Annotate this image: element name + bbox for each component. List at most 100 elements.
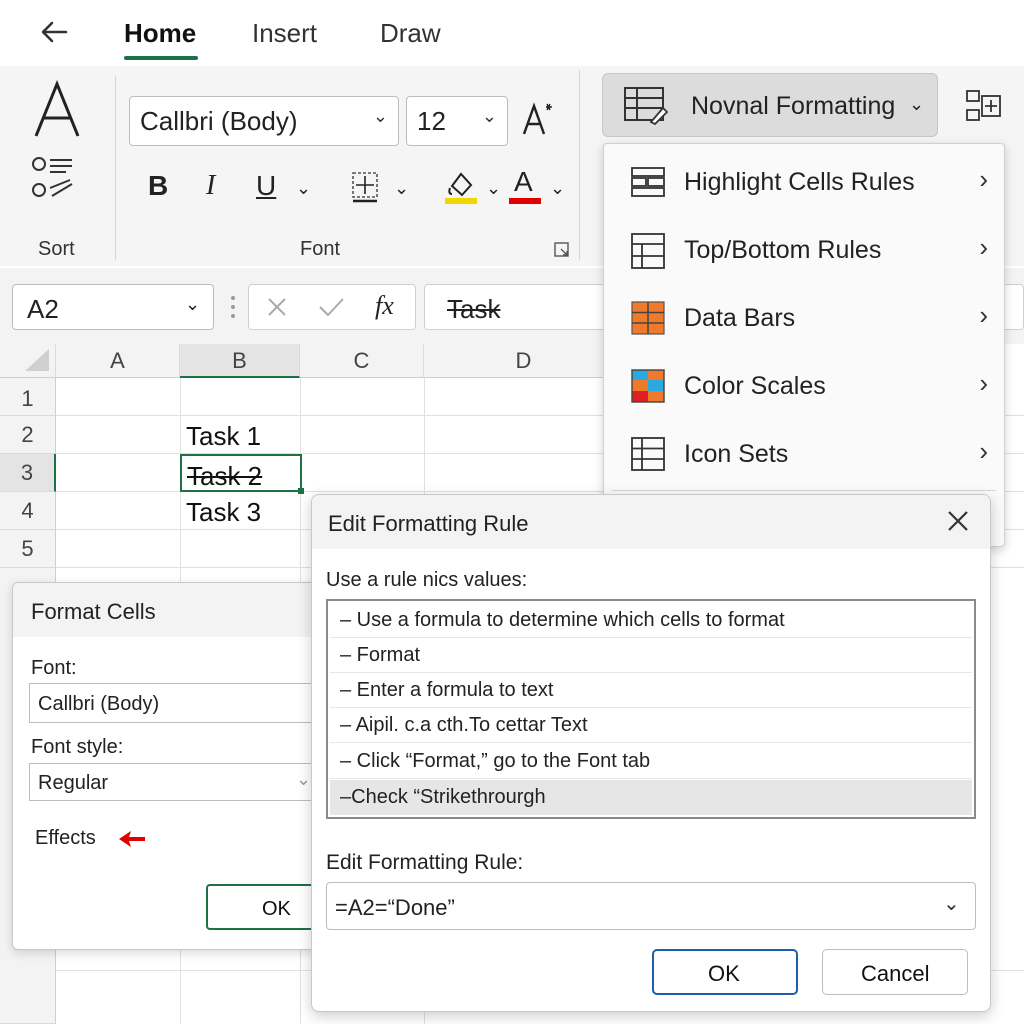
menu-item-data-bars[interactable]: Data Bars ›: [604, 286, 1004, 350]
chevron-down-icon: ⌄: [909, 94, 925, 114]
chevron-down-icon: ⌄: [185, 294, 201, 314]
conditional-formatting-button[interactable]: Novnal Formatting ⌄: [602, 73, 938, 137]
insert-function-button[interactable]: fx: [375, 291, 394, 321]
font-size-value: 12: [417, 106, 446, 136]
rule-type-list[interactable]: – Use a formula to determine which cells…: [326, 599, 976, 819]
chevron-right-icon: ›: [979, 436, 988, 466]
rule-formula-input[interactable]: =A2=“Done” ⌄: [326, 882, 976, 930]
confirm-entry-icon[interactable]: [317, 295, 345, 319]
font-name-dropdown[interactable]: Callbri (Body) ⌄: [129, 96, 399, 146]
list-item[interactable]: – Aipil. c.a cth.To cettar Text: [330, 708, 972, 743]
chevron-right-icon: ›: [979, 164, 988, 194]
rule-formula-value: =A2=“Done”: [335, 895, 455, 920]
formula-value: Task: [447, 294, 501, 324]
chevron-down-icon[interactable]: ⌄: [943, 891, 960, 916]
dialog-titlebar: Format Cells: [13, 583, 331, 637]
menu-item-highlight-cells-rules[interactable]: Highlight Cells Rules ›: [604, 150, 1004, 214]
cell-b4[interactable]: Task 3: [186, 497, 261, 528]
font-style-dropdown[interactable]: Regular ⌄: [29, 763, 329, 801]
active-tab-indicator: [124, 56, 198, 60]
dialog-title: Edit Formatting Rule: [328, 511, 529, 536]
chevron-down-icon: ⌄: [481, 106, 497, 126]
increase-font-size-icon[interactable]: [520, 98, 556, 138]
cancel-entry-icon[interactable]: [265, 295, 289, 319]
list-item[interactable]: – Use a formula to determine which cells…: [330, 603, 972, 638]
font-style-value: Regular: [38, 772, 109, 794]
active-cell-b3[interactable]: Task 2: [180, 454, 304, 494]
tab-home[interactable]: Home: [124, 18, 196, 49]
row-header-1[interactable]: 1: [0, 378, 56, 416]
tab-draw[interactable]: Draw: [380, 18, 441, 49]
font-field[interactable]: Callbri (Body): [29, 683, 329, 723]
font-label: Font:: [31, 657, 77, 679]
chevron-down-icon[interactable]: ⌄: [550, 178, 565, 199]
rule-type-label: Use a rule nics values:: [326, 569, 528, 591]
menu-item-icon-sets[interactable]: Icon Sets ›: [604, 422, 1004, 486]
menu-item-label: Icon Sets: [684, 440, 789, 468]
list-item[interactable]: – Click “Format,” go to the Font tab: [330, 744, 972, 779]
sort-icon[interactable]: [30, 152, 78, 204]
fill-handle[interactable]: [298, 488, 304, 494]
row-header-2[interactable]: 2: [0, 416, 56, 454]
dialog-launcher-icon[interactable]: [554, 242, 570, 258]
column-header-a[interactable]: A: [56, 344, 180, 378]
conditional-formatting-label: Novnal Formatting: [691, 92, 896, 120]
chevron-down-icon[interactable]: ⌄: [486, 178, 501, 199]
fill-color-icon[interactable]: [444, 168, 478, 206]
name-box-value: A2: [27, 294, 59, 324]
column-header-c[interactable]: C: [300, 344, 424, 378]
list-item-selected[interactable]: –Check “Strikethrourgh: [330, 780, 972, 815]
data-bars-icon: [631, 301, 665, 335]
row-header-5[interactable]: 5: [0, 530, 56, 568]
styles-big-a-icon[interactable]: [30, 78, 84, 142]
conditional-formatting-icon: [623, 86, 669, 126]
font-group-label: Font: [300, 238, 341, 260]
font-style-label: Font style:: [31, 736, 124, 758]
row-header-3[interactable]: 3: [0, 454, 56, 492]
tab-insert[interactable]: Insert: [252, 18, 317, 49]
chevron-right-icon: ›: [979, 368, 988, 398]
chevron-down-icon[interactable]: ⌄: [394, 178, 409, 199]
italic-button[interactable]: I: [206, 170, 215, 202]
column-header-b[interactable]: B: [180, 344, 300, 378]
ribbon-tab-bar: Home Insert Draw: [0, 0, 1024, 66]
menu-item-color-scales[interactable]: Color Scales ›: [604, 354, 1004, 418]
back-arrow-icon[interactable]: [38, 16, 70, 48]
font-size-dropdown[interactable]: 12 ⌄: [406, 96, 508, 146]
chevron-down-icon[interactable]: ⌄: [296, 178, 311, 199]
ok-button[interactable]: OK: [652, 949, 798, 995]
chevron-down-icon: ⌄: [372, 106, 388, 126]
ribbon-separator: [115, 76, 116, 260]
close-icon[interactable]: [946, 509, 970, 533]
menu-item-top-bottom-rules[interactable]: Top/Bottom Rules ›: [604, 218, 1004, 282]
cancel-button[interactable]: Cancel: [822, 949, 968, 995]
formula-actions: fx: [248, 284, 416, 330]
format-cells-dialog: Format Cells Font: Callbri (Body) Font s…: [12, 582, 332, 950]
conditional-formatting-menu: Highlight Cells Rules › Top/Bottom Rules…: [603, 143, 1005, 547]
list-item[interactable]: – Format: [330, 638, 972, 673]
borders-icon[interactable]: [350, 170, 380, 204]
top-bottom-icon: [631, 233, 665, 269]
sort-group-label: Sort: [38, 238, 75, 260]
bold-button[interactable]: B: [148, 170, 168, 202]
row-header-4[interactable]: 4: [0, 492, 56, 530]
name-box[interactable]: A2 ⌄: [12, 284, 214, 330]
list-item[interactable]: – Enter a formula to text: [330, 673, 972, 708]
insert-cells-icon[interactable]: [964, 88, 1004, 124]
select-all-corner[interactable]: [0, 344, 56, 378]
underline-button[interactable]: U: [256, 170, 276, 202]
font-color-swatch: [509, 198, 541, 204]
format-cells-ok-button[interactable]: OK: [206, 884, 326, 930]
cell-b2[interactable]: Task 1: [186, 421, 261, 452]
red-arrow-icon: [117, 829, 149, 849]
color-scales-icon: [631, 369, 665, 403]
rule-description-label: Edit Formatting Rule:: [326, 851, 524, 874]
ok-label: OK: [262, 898, 291, 920]
menu-item-label: Top/Bottom Rules: [684, 236, 882, 264]
font-name-value: Callbri (Body): [140, 106, 298, 136]
ribbon-separator: [579, 70, 580, 260]
cancel-label: Cancel: [861, 961, 930, 986]
more-options-icon[interactable]: [230, 294, 236, 320]
font-color-button[interactable]: A: [514, 166, 533, 198]
column-header-d[interactable]: D: [424, 344, 624, 378]
